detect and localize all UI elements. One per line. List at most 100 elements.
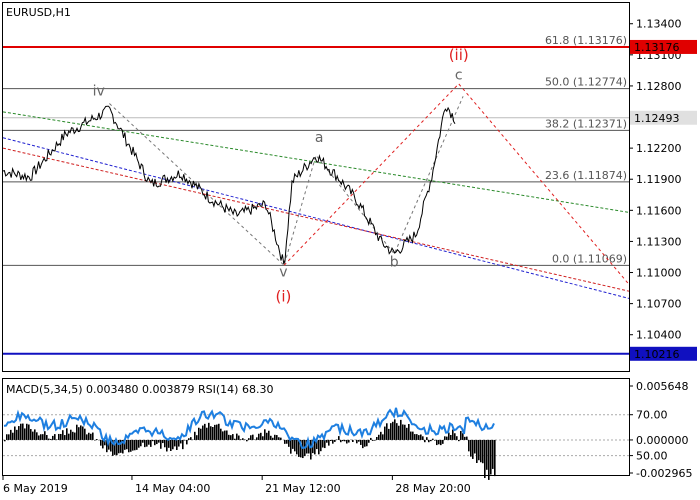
macd-bar <box>442 439 444 444</box>
macd-bar <box>406 427 408 440</box>
macd-bar <box>318 439 320 455</box>
ind-tick-label-2: 0.000000 <box>636 434 689 447</box>
macd-bar <box>28 424 30 440</box>
macd-bar <box>486 439 488 470</box>
macd-bar <box>166 439 168 452</box>
macd-bar <box>328 439 330 446</box>
macd-bar <box>146 439 148 447</box>
macd-bar <box>334 439 336 442</box>
x-tick-label-2: 21 May 12:00 <box>265 482 340 495</box>
macd-bar <box>16 429 18 440</box>
macd-bar <box>396 423 398 440</box>
macd-bar <box>290 439 292 454</box>
macd-bar <box>34 429 36 440</box>
macd-bar <box>234 438 236 440</box>
macd-bar <box>488 439 490 480</box>
macd-bar <box>368 439 370 443</box>
macd-bar <box>416 434 418 440</box>
macd-bar <box>310 439 312 460</box>
support-tag-label: 1.10216 <box>634 348 680 361</box>
macd-bar <box>174 439 176 447</box>
y-tick-label-0: 1.13400 <box>636 18 682 31</box>
macd-bar <box>236 433 238 440</box>
macd-bar <box>448 432 450 440</box>
macd-bar <box>482 439 484 464</box>
macd-bar <box>18 426 20 440</box>
macd-bar <box>240 439 242 440</box>
macd-bar <box>132 439 134 451</box>
macd-bar <box>462 433 464 440</box>
macd-bar <box>386 423 388 440</box>
macd-bar <box>88 432 90 440</box>
price-panel-frame <box>2 2 630 372</box>
macd-bar <box>78 427 80 440</box>
macd-bar <box>140 439 142 447</box>
macd-bar <box>270 435 272 440</box>
macd-bar <box>68 433 70 440</box>
macd-bar <box>392 421 394 440</box>
macd-bar <box>384 426 386 440</box>
macd-bar <box>266 432 268 440</box>
macd-bar <box>86 434 88 440</box>
macd-bar <box>280 437 282 440</box>
macd-bar <box>388 428 390 440</box>
macd-bar <box>94 439 96 441</box>
macd-bar <box>276 435 278 440</box>
macd-bar <box>220 428 222 440</box>
macd-bar <box>184 439 186 441</box>
macd-bar <box>126 439 128 450</box>
macd-bar <box>84 428 86 440</box>
indicator-label: MACD(5,34,5) 0.003480 0.003879 RSI(14) 6… <box>6 383 273 396</box>
macd-bar <box>190 437 192 440</box>
y-tick-label-10: 1.10400 <box>636 329 682 342</box>
macd-bar <box>292 439 294 449</box>
y-tick-label-5: 1.11900 <box>636 173 682 186</box>
macd-bar <box>172 439 174 450</box>
x-tick-label-0: 6 May 2019 <box>3 482 68 495</box>
macd-bar <box>408 424 410 440</box>
macd-bar <box>340 439 342 443</box>
macd-bar <box>194 431 196 440</box>
fib-level-label-4: 0.0 (1.11069) <box>552 252 627 265</box>
macd-bar <box>248 438 250 440</box>
x-tick-label-3: 28 May 20:00 <box>395 482 470 495</box>
macd-bar <box>286 439 288 444</box>
macd-bar <box>492 439 494 469</box>
macd-bar <box>464 436 466 440</box>
macd-bar <box>218 423 220 440</box>
macd-bar <box>186 439 188 445</box>
macd-bar <box>64 435 66 440</box>
macd-bar <box>348 439 350 443</box>
macd-bar <box>414 434 416 440</box>
macd-bar <box>244 439 246 440</box>
macd-bar <box>372 439 374 441</box>
macd-bar <box>80 425 82 440</box>
macd-bar <box>246 439 248 442</box>
macd-bar <box>138 439 140 448</box>
macd-bar <box>162 439 164 444</box>
macd-bar <box>288 439 290 447</box>
macd-bar <box>202 425 204 440</box>
macd-bar <box>60 433 62 440</box>
macd-bar <box>272 437 274 440</box>
macd-bar <box>66 428 68 440</box>
current-price-tag-label: 1.12493 <box>634 112 680 125</box>
macd-bar <box>294 439 296 452</box>
macd-bar <box>214 424 216 440</box>
macd-bar <box>360 439 362 445</box>
macd-bar <box>230 435 232 440</box>
macd-bar <box>390 423 392 440</box>
macd-bar <box>232 434 234 440</box>
macd-bar <box>22 423 24 440</box>
macd-bar <box>62 430 64 440</box>
macd-bar <box>262 436 264 440</box>
macd-bar <box>12 432 14 440</box>
macd-bar <box>128 439 130 453</box>
macd-bar <box>182 439 184 450</box>
fib-level-label-2: 38.2 (1.12371) <box>545 117 627 130</box>
macd-bar <box>74 432 76 440</box>
macd-bar <box>6 434 8 440</box>
macd-bar <box>50 438 52 440</box>
macd-bar <box>296 439 298 455</box>
x-tick-label-1: 14 May 04:00 <box>135 482 210 495</box>
